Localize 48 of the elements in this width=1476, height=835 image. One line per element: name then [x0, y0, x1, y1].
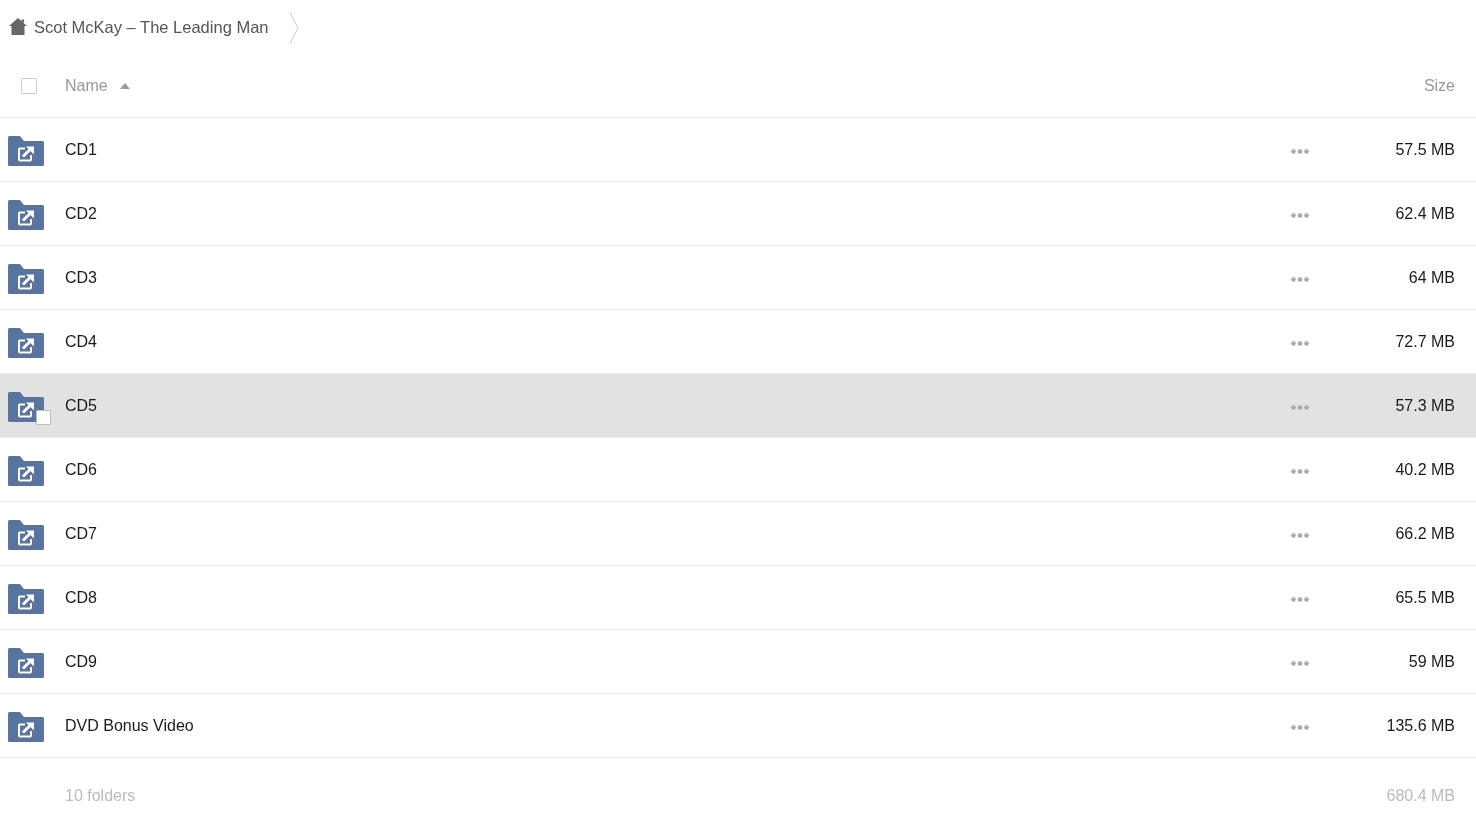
folder-icon	[8, 263, 44, 294]
ellipsis-icon	[1291, 597, 1309, 602]
folder-icon	[8, 519, 44, 550]
file-size: 62.4 MB	[1395, 204, 1455, 223]
folder-icon	[8, 583, 44, 614]
total-size: 680.4 MB	[1386, 787, 1455, 805]
folder-icon	[8, 327, 44, 358]
folder-row[interactable]: CD5 57.3 MB	[0, 374, 1476, 438]
file-size: 135.6 MB	[1386, 716, 1455, 735]
folder-icon	[8, 135, 44, 166]
folder-icon	[8, 199, 44, 230]
folder-icon	[8, 455, 44, 486]
file-size: 72.7 MB	[1395, 332, 1455, 351]
folder-icon	[8, 391, 44, 422]
folder-name[interactable]: CD8	[65, 588, 97, 607]
folder-name[interactable]: CD3	[65, 268, 97, 287]
folder-name[interactable]: DVD Bonus Video	[65, 716, 194, 735]
folder-name[interactable]: CD1	[65, 140, 97, 159]
folder-icon	[8, 711, 44, 742]
folder-name[interactable]: CD2	[65, 204, 97, 223]
folder-name[interactable]: CD7	[65, 524, 97, 543]
ellipsis-icon	[1291, 469, 1309, 474]
folder-name[interactable]: CD5	[65, 396, 97, 415]
ellipsis-icon	[1291, 213, 1309, 218]
file-size: 66.2 MB	[1395, 524, 1455, 543]
breadcrumb-title[interactable]: Scot McKay – The Leading Man	[34, 18, 269, 37]
select-all-checkbox[interactable]	[21, 78, 37, 94]
ellipsis-icon	[1291, 277, 1309, 282]
folder-name[interactable]: CD4	[65, 332, 97, 351]
ellipsis-icon	[1291, 725, 1309, 730]
ellipsis-icon	[1291, 405, 1309, 410]
folder-name[interactable]: CD6	[65, 460, 97, 479]
ellipsis-icon	[1291, 533, 1309, 538]
file-size: 40.2 MB	[1395, 460, 1455, 479]
chevron-icon	[288, 11, 299, 44]
file-size: 59 MB	[1408, 652, 1455, 671]
ellipsis-icon	[1291, 661, 1309, 666]
file-size: 57.3 MB	[1395, 396, 1455, 415]
folder-name[interactable]: CD9	[65, 652, 97, 671]
file-size: 65.5 MB	[1395, 588, 1455, 607]
folder-icon	[8, 647, 44, 678]
file-size: 64 MB	[1408, 268, 1455, 287]
row-checkbox[interactable]	[36, 409, 51, 425]
ellipsis-icon	[1291, 149, 1309, 154]
folder-count: 10 folders	[65, 787, 136, 805]
file-size: 57.5 MB	[1395, 140, 1455, 159]
home-icon[interactable]	[9, 18, 27, 35]
ellipsis-icon	[1291, 341, 1309, 346]
